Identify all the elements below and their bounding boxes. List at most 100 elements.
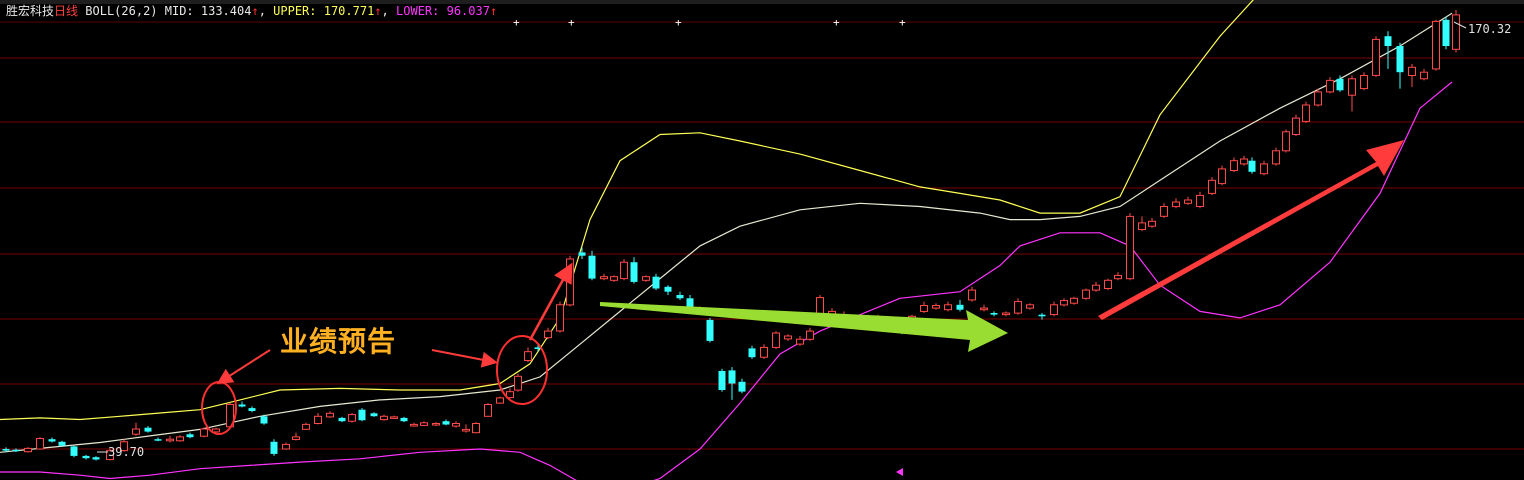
candle-body (1070, 297, 1078, 304)
candle-body (610, 276, 618, 281)
candle-body (1060, 300, 1068, 306)
candle-body (738, 381, 746, 392)
candle-body (990, 313, 998, 315)
candle-body (1302, 104, 1310, 122)
candle-body (806, 330, 814, 340)
candle-body (358, 409, 366, 421)
candle-body (380, 415, 388, 421)
candle-body (544, 330, 552, 339)
candle-body (1208, 179, 1216, 194)
candle-body (1240, 158, 1248, 165)
candle-body (1218, 168, 1226, 185)
candle-body (1148, 220, 1156, 227)
candle-body (1196, 194, 1204, 207)
candle-body (462, 428, 470, 432)
candle-body (748, 348, 756, 358)
candle-body (48, 439, 56, 442)
candle-body (1082, 289, 1090, 299)
candle-body (706, 319, 714, 341)
candle-body (652, 276, 660, 289)
candle-body (600, 276, 608, 280)
candle-body (1282, 131, 1290, 152)
candle-body (772, 332, 780, 348)
boll-mid-line (0, 12, 1453, 453)
candle-body (718, 371, 726, 390)
candle-body (1104, 279, 1112, 289)
candle-body (1050, 304, 1058, 316)
arrow-to-ellipse-1 (216, 349, 271, 385)
candle-body (620, 261, 628, 280)
candle-body (1014, 301, 1022, 314)
signal-marker: + (675, 16, 682, 29)
arrow-to-ellipse-2 (431, 349, 498, 368)
candle-body (36, 438, 44, 450)
low-price-label: 39.70 (108, 445, 145, 459)
highlight-ellipse-2 (496, 335, 548, 405)
candle-body (410, 423, 418, 427)
candle-body (390, 416, 398, 419)
candle-body (1260, 163, 1268, 175)
signal-marker: + (833, 16, 840, 29)
candle-body (796, 338, 804, 345)
candle-body (302, 423, 310, 430)
candle-body (920, 305, 928, 312)
annotation-text: 业绩预告 (280, 325, 397, 358)
candle-body (1442, 19, 1450, 46)
candle-body (442, 421, 450, 425)
candle-body (676, 295, 684, 299)
candle-body (1408, 66, 1416, 77)
candle-body (1230, 160, 1238, 171)
candle-body (212, 428, 220, 433)
candle-body (338, 417, 346, 422)
candle-body (1160, 206, 1168, 217)
candle-body (496, 397, 504, 404)
candle-body (200, 428, 208, 437)
candle-body (728, 370, 736, 384)
candle-body (58, 441, 66, 446)
candle-body (1420, 71, 1428, 80)
signal-marker: + (513, 16, 520, 29)
candle-body (784, 335, 792, 340)
header-bar (0, 0, 1524, 4)
candle-body (132, 428, 140, 435)
candle-body (12, 449, 20, 452)
candle-body (1092, 284, 1100, 291)
candle-body (588, 255, 596, 279)
candle-body (24, 447, 32, 453)
candle-body (566, 258, 574, 306)
candle-body (292, 436, 300, 440)
candle-body (82, 455, 90, 459)
candle-body (664, 286, 672, 292)
candle-body (1432, 20, 1440, 70)
candle-body (1002, 312, 1010, 316)
candle-body (1384, 36, 1392, 46)
candle-body (166, 438, 174, 442)
candle-body (282, 443, 290, 450)
candle-body (176, 436, 184, 442)
candle-body (1248, 160, 1256, 172)
boll-upper-line (0, 0, 1254, 421)
candle-body (1452, 14, 1460, 50)
candle-body (630, 262, 638, 282)
candle-body (2, 449, 10, 451)
candle-body (326, 412, 334, 418)
candle-body (484, 404, 492, 417)
candle-body (92, 457, 100, 460)
signal-marker: + (899, 16, 906, 29)
candle-body (1292, 117, 1300, 135)
candle-body (144, 427, 152, 432)
candle-body (400, 417, 408, 422)
candle-body (1314, 91, 1322, 106)
candlestick-chart[interactable]: + + + + + (0, 0, 1524, 480)
candle-body (420, 422, 428, 426)
candle-body (642, 276, 650, 281)
candle-body (260, 416, 268, 424)
candle-body (578, 252, 586, 256)
high-price-label: 170.32 (1468, 22, 1512, 36)
candle-body (944, 304, 952, 311)
candle-body (1348, 78, 1356, 96)
signal-marker: + (568, 16, 575, 29)
candle-body (514, 375, 522, 391)
candle-body (1360, 75, 1368, 90)
candle-body (1026, 304, 1034, 309)
